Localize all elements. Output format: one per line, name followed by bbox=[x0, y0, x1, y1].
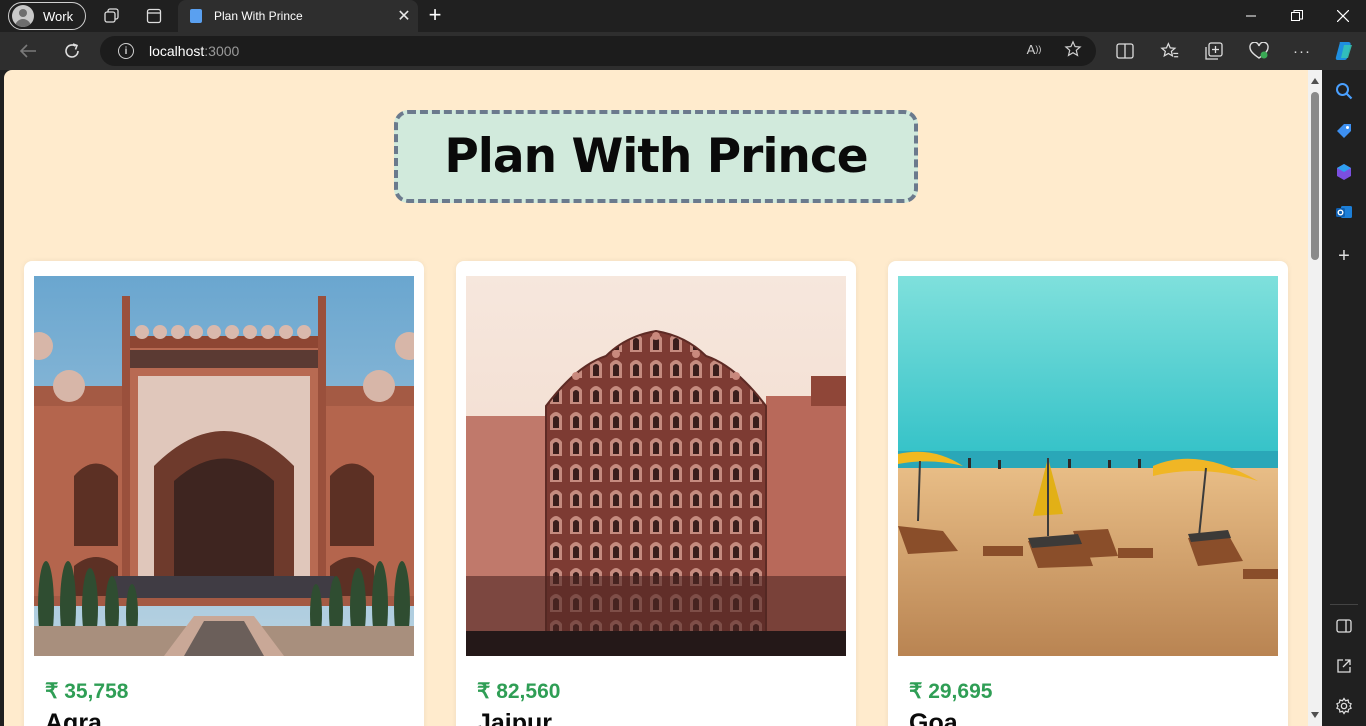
tour-city: Jaipur bbox=[477, 709, 553, 726]
tour-city: Agra bbox=[45, 709, 102, 726]
scroll-up-arrow-icon[interactable] bbox=[1311, 78, 1319, 84]
tab-plan-with-prince[interactable]: Plan With Prince ✕ bbox=[178, 0, 418, 32]
minimize-icon[interactable] bbox=[1228, 0, 1274, 32]
tour-photo-goa[interactable] bbox=[898, 276, 1278, 656]
favorites-icon[interactable] bbox=[1160, 41, 1180, 61]
restore-icon[interactable] bbox=[1274, 0, 1320, 32]
new-tab-icon[interactable]: + bbox=[424, 4, 446, 26]
search-icon[interactable] bbox=[1334, 81, 1354, 101]
tour-price: ₹ 29,695 bbox=[909, 680, 993, 703]
browser-essentials-icon[interactable] bbox=[1249, 41, 1269, 61]
browser-toolbar: i localhost:3000 A)) ··· bbox=[0, 32, 1366, 70]
scrollbar-thumb[interactable] bbox=[1311, 92, 1319, 260]
outlook-icon[interactable] bbox=[1334, 202, 1354, 222]
page-scrollbar[interactable] bbox=[1308, 70, 1322, 726]
workspaces-icon[interactable] bbox=[102, 6, 122, 26]
tab-actions-icon[interactable] bbox=[144, 6, 164, 26]
copilot-icon[interactable] bbox=[1332, 39, 1356, 63]
tour-city: Goa bbox=[909, 709, 958, 726]
tour-price: ₹ 35,758 bbox=[45, 680, 129, 703]
favorite-star-icon[interactable] bbox=[1063, 39, 1083, 59]
page-title-box: Plan With Prince bbox=[394, 110, 918, 203]
tour-card[interactable]: ₹ 82,560 Jaipur bbox=[456, 261, 856, 726]
browser-titlebar: Work Plan With Prince ✕ + bbox=[0, 0, 1366, 32]
page-favicon-icon bbox=[190, 9, 202, 23]
url-host: localhost bbox=[149, 43, 205, 59]
microsoft-365-icon[interactable] bbox=[1334, 162, 1354, 182]
more-options-icon[interactable]: ··· bbox=[1292, 41, 1312, 61]
avatar bbox=[12, 5, 34, 27]
split-screen-icon[interactable] bbox=[1115, 41, 1135, 61]
tab-title: Plan With Prince bbox=[214, 9, 303, 23]
profile-label: Work bbox=[43, 8, 74, 24]
page-viewport: Plan With Prince ₹ 35,758 Agra ₹ 82,560 … bbox=[4, 70, 1322, 726]
add-sidebar-app-icon[interactable]: + bbox=[1334, 245, 1354, 267]
open-external-icon[interactable] bbox=[1334, 656, 1354, 676]
tour-photo-jaipur[interactable] bbox=[466, 276, 846, 656]
settings-gear-icon[interactable] bbox=[1334, 696, 1354, 716]
url-port: :3000 bbox=[204, 43, 240, 59]
collections-icon[interactable] bbox=[1204, 41, 1224, 61]
back-arrow-icon[interactable] bbox=[16, 39, 40, 63]
address-bar[interactable]: i localhost:3000 bbox=[100, 36, 1096, 66]
tour-card[interactable]: ₹ 29,695 Goa bbox=[888, 261, 1288, 726]
shopping-tag-icon[interactable] bbox=[1334, 121, 1354, 141]
tour-photo-agra[interactable] bbox=[34, 276, 414, 656]
close-tab-icon[interactable]: ✕ bbox=[390, 6, 418, 26]
page-title: Plan With Prince bbox=[444, 129, 868, 184]
scroll-down-arrow-icon[interactable] bbox=[1311, 712, 1319, 718]
hide-sidebar-icon[interactable] bbox=[1334, 616, 1354, 636]
close-window-icon[interactable] bbox=[1320, 0, 1366, 32]
refresh-icon[interactable] bbox=[60, 39, 84, 63]
read-aloud-icon[interactable]: A)) bbox=[1024, 39, 1044, 59]
tour-price: ₹ 82,560 bbox=[477, 680, 561, 703]
site-info-icon[interactable]: i bbox=[118, 43, 134, 59]
profile-button[interactable]: Work bbox=[8, 2, 86, 30]
browser-sidebar: + bbox=[1322, 70, 1366, 726]
tour-card[interactable]: ₹ 35,758 Agra bbox=[24, 261, 424, 726]
sidebar-divider bbox=[1330, 604, 1358, 605]
